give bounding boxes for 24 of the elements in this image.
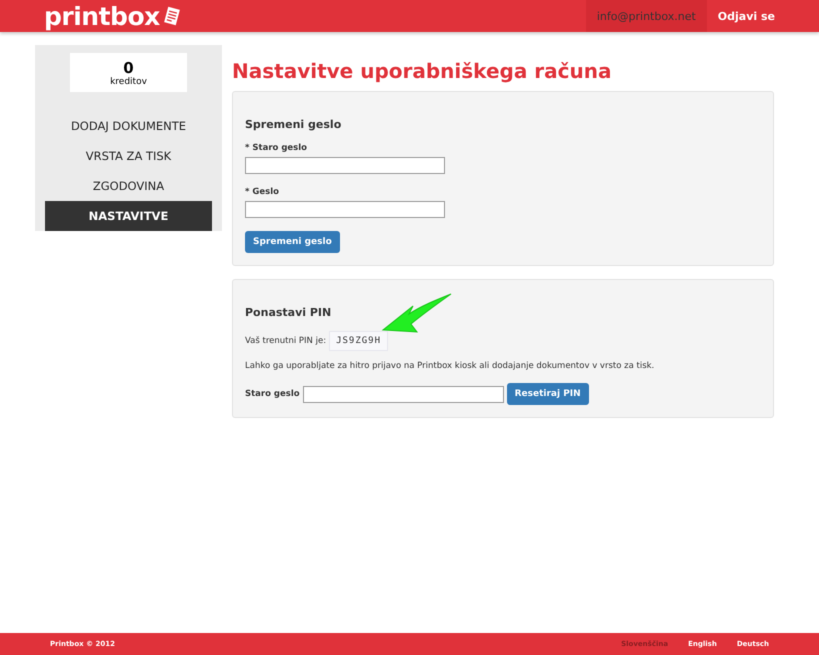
sidebar-item[interactable]: NASTAVITVE	[45, 201, 212, 231]
panel-heading: Ponastavi PIN	[245, 306, 332, 319]
pin-label: Vaš trenutni PIN je:	[245, 336, 326, 346]
pin-note: Lahko ga uporabljate za hitro prijavo na Printbox kiosk ali dodajanje dokumentov v vrsto za tisk.	[245, 361, 654, 371]
change-password-button[interactable]: Spremeni geslo	[245, 231, 340, 253]
email-link[interactable]: info@printbox.net	[586, 0, 707, 32]
field-label: * Geslo	[245, 187, 279, 197]
panel-heading: Spremeni geslo	[245, 118, 342, 131]
pin-code: JS9ZG9H	[329, 331, 388, 351]
credits-label: kreditov	[110, 76, 147, 86]
logout-link[interactable]: Odjavi se	[706, 10, 775, 22]
arrow-icon	[381, 292, 453, 334]
sidebar-item[interactable]: VRSTA ZA TISK	[45, 141, 212, 171]
password-field[interactable]	[245, 201, 445, 218]
sidebar-item[interactable]: ZGODOVINA	[45, 171, 212, 201]
sidebar-item[interactable]: DODAJ DOKUMENTE	[45, 111, 212, 141]
logo: printbox	[44, 2, 160, 30]
password-field[interactable]	[245, 157, 445, 174]
field-label: * Staro geslo	[245, 143, 307, 153]
password-field[interactable]	[302, 386, 504, 402]
credits-count: 0	[123, 58, 134, 76]
page-title: Nastavitve uporabniškega računa	[232, 59, 612, 83]
reset-pin-button[interactable]: Resetiraj PIN	[506, 383, 589, 405]
field-label: Staro geslo	[245, 389, 300, 399]
